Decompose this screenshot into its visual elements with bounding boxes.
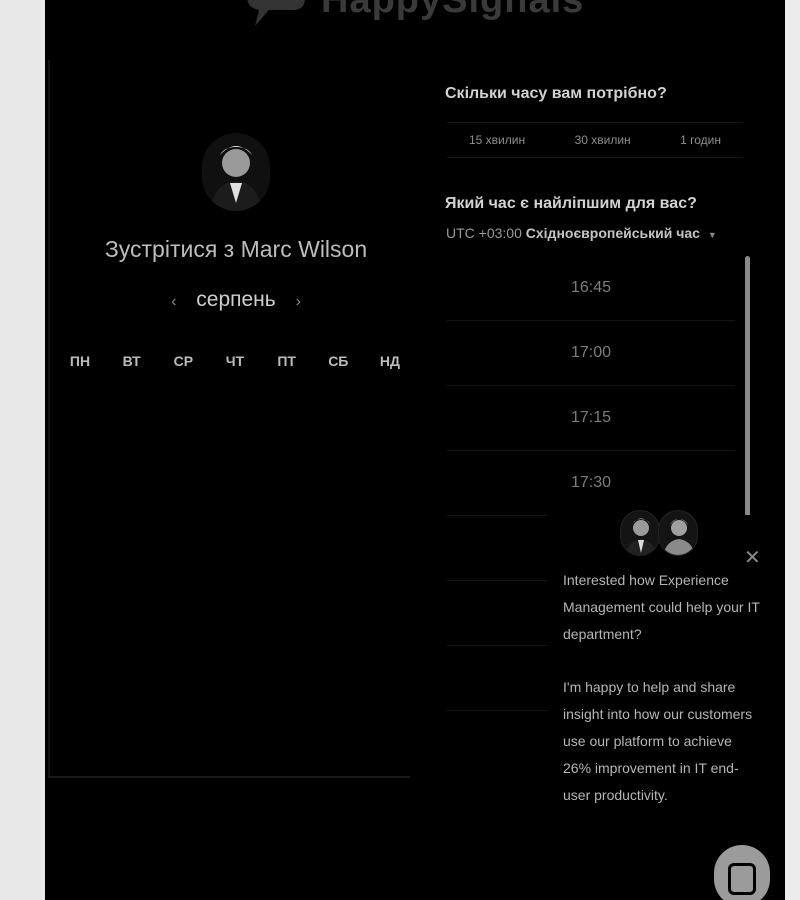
caret-down-icon: ▼ <box>707 230 717 240</box>
weekday-label: СБ <box>328 353 349 369</box>
time-list-scrollbar[interactable] <box>745 256 750 532</box>
agent-avatar <box>620 510 660 556</box>
timezone-offset: UTC +03:00 <box>446 225 522 241</box>
page-scroll-gutter[interactable] <box>785 0 800 900</box>
duration-option-30[interactable]: 30 хвилин <box>575 133 631 147</box>
time-question: Який час є найліпшим для вас? <box>445 195 697 212</box>
brand-logo: HappySignals <box>245 0 584 28</box>
current-month-label: серпень <box>196 288 276 311</box>
previous-month-icon[interactable]: ‹ <box>157 293 190 310</box>
chat-launcher-button[interactable] <box>714 845 770 900</box>
page-container: HappySignals Зустрітися з Marc Wilson ‹ … <box>45 0 785 900</box>
chat-bubble-logo-icon <box>245 0 307 28</box>
weekday-label: ПН <box>69 353 91 369</box>
duration-option-60[interactable]: 1 годин <box>680 133 721 147</box>
time-slot[interactable]: 17:15 <box>447 386 735 451</box>
brand-name: HappySignals <box>321 0 584 22</box>
meeting-title: Зустрітися з Marc Wilson <box>104 236 368 262</box>
timezone-selector[interactable]: UTC +03:00 Східноєвропейський час ▼ <box>446 225 717 241</box>
timezone-name: Східноєвропейський час <box>525 225 700 241</box>
weekday-label: ВТ <box>122 353 141 369</box>
duration-option-15[interactable]: 15 хвилин <box>469 133 525 147</box>
weekday-header: ПН ВТ СР ЧТ ПТ СБ НД <box>60 353 410 369</box>
chat-message-line: Interested how Experience Management cou… <box>563 572 760 642</box>
host-avatar <box>202 133 270 211</box>
time-slot[interactable]: 17:00 <box>447 321 735 386</box>
chat-message-line: I'm happy to help and share insight into… <box>563 679 753 803</box>
duration-question: Скільки часу вам потрібно? <box>445 85 667 102</box>
weekday-label: НД <box>379 353 400 369</box>
duration-options: 15 хвилин 30 хвилин 1 годин <box>447 122 743 158</box>
chat-agent-avatars <box>620 510 700 558</box>
month-navigator: ‹ серпень › <box>50 288 422 312</box>
time-slot[interactable]: 16:45 <box>447 256 735 321</box>
calendar-panel: Зустрітися з Marc Wilson ‹ серпень › ПН … <box>48 60 410 778</box>
next-month-icon[interactable]: › <box>282 293 315 310</box>
time-slot[interactable]: 17:30 <box>447 451 735 516</box>
agent-avatar <box>658 510 698 556</box>
weekday-label: ПТ <box>277 353 296 369</box>
chat-popup: ✕ Interested how Experience Management c… <box>548 510 780 809</box>
chat-message: Interested how Experience Management cou… <box>563 567 763 809</box>
weekday-label: СР <box>173 353 194 369</box>
chat-launcher-icon <box>728 863 756 895</box>
weekday-label: ЧТ <box>225 353 245 369</box>
